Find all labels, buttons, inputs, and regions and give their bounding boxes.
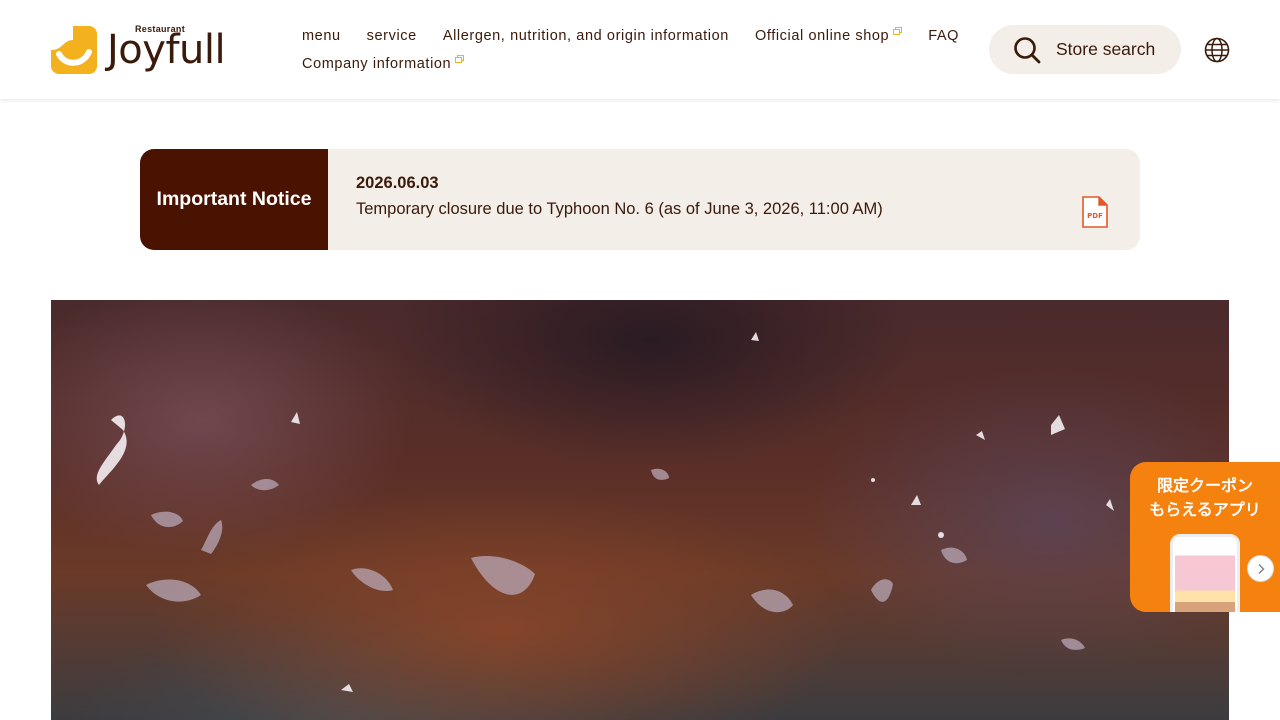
phone-screen (1175, 545, 1235, 612)
chevron-right-icon (1257, 563, 1265, 574)
nav-item-online-shop[interactable]: Official online shop (754, 26, 903, 46)
joyfull-logo[interactable]: Restaurant Joyfull (51, 24, 261, 76)
pdf-icon[interactable]: PDF (1082, 196, 1108, 228)
site-header: Restaurant Joyfull menu service Allergen… (0, 0, 1280, 99)
nav-item-label: service (366, 28, 417, 44)
nav-item-label: FAQ (928, 28, 960, 44)
store-search-label: Store search (1056, 39, 1156, 59)
notice-text[interactable]: Temporary closure due to Typhoon No. 6 (… (356, 200, 883, 219)
logo-text: Joyfull (107, 27, 226, 73)
promo-next-button[interactable] (1247, 555, 1274, 582)
search-icon (1014, 36, 1041, 63)
external-link-icon (455, 55, 465, 63)
hero-sauce-highlights (96, 332, 1114, 692)
nav-item-menu[interactable]: menu (302, 26, 341, 46)
pdf-label: PDF (1087, 212, 1103, 220)
logo-mark-icon (51, 26, 97, 74)
store-search-button[interactable]: Store search (989, 25, 1181, 74)
important-notice-label: Important Notice (140, 149, 328, 250)
nav-item-faq[interactable]: FAQ (928, 26, 959, 46)
nav-item-service[interactable]: service (367, 26, 417, 46)
app-coupon-promo[interactable]: 限定クーポン もらえるアプリ (1130, 462, 1280, 612)
nav-item-label: Allergen, nutrition, and origin informat… (442, 28, 729, 44)
nav-item-label: menu (302, 28, 341, 44)
nav-item-label: Official online shop (754, 28, 890, 44)
main-nav: menu service Allergen, nutrition, and or… (302, 26, 972, 74)
globe-icon[interactable] (1204, 37, 1230, 63)
app-promo-text: 限定クーポン もらえるアプリ (1149, 476, 1261, 519)
phone-mockup-image (1170, 534, 1240, 612)
nav-item-allergen[interactable]: Allergen, nutrition, and origin informat… (443, 26, 729, 46)
nav-item-label: Company information (302, 56, 452, 72)
notice-date: 2026.06.03 (356, 174, 439, 192)
hero-video (51, 300, 1229, 720)
nav-item-company-info[interactable]: Company information (302, 54, 465, 74)
important-notice-banner[interactable]: Important Notice 2026.06.03 Temporary cl… (140, 149, 1140, 250)
external-link-icon (893, 27, 903, 35)
